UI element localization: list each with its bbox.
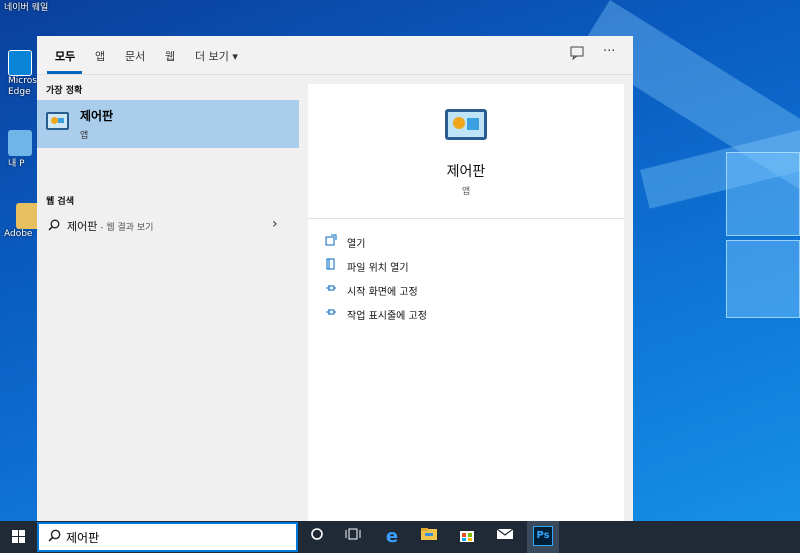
task-view-icon[interactable] <box>343 527 363 547</box>
start-search-panel: 모두 앱 문서 웹 더 보기 ▾ ··· 가장 정확 제어판 앱 웹 검색 제어… <box>37 36 633 521</box>
action-open-file-location[interactable]: 파일 위치 열기 <box>325 256 605 276</box>
web-result-text: 제어판 - 웹 결과 보기 <box>67 218 153 234</box>
chevron-right-icon[interactable]: › <box>272 216 278 232</box>
desktop-icon-label: 네이버 웨일 <box>4 3 49 13</box>
taskbar-search-box[interactable] <box>37 522 298 552</box>
desktop-icon-label: Micros Edge <box>8 76 37 97</box>
more-options-icon[interactable]: ··· <box>603 44 615 59</box>
cortana-icon[interactable] <box>307 527 327 547</box>
active-tab-indicator <box>47 71 82 74</box>
tab-all[interactable]: 모두 <box>55 48 75 64</box>
action-label: 작업 표시줄에 고정 <box>347 311 427 322</box>
open-icon <box>325 234 337 249</box>
desktop-icon-this-pc[interactable]: 내 P <box>8 130 32 169</box>
store-icon[interactable] <box>457 527 477 547</box>
action-open[interactable]: 열기 <box>325 232 605 252</box>
results-list: 가장 정확 제어판 앱 웹 검색 제어판 - 웹 결과 보기 › <box>37 76 299 521</box>
file-location-icon <box>325 258 337 273</box>
best-match-title: 제어판 <box>80 109 114 123</box>
web-search-header: 웹 검색 <box>46 197 74 207</box>
tab-web[interactable]: 웹 <box>165 48 175 64</box>
chevron-down-icon: ▾ <box>232 50 238 63</box>
control-panel-icon <box>445 109 487 140</box>
search-icon <box>48 529 61 546</box>
tab-more[interactable]: 더 보기 ▾ <box>195 48 238 64</box>
pin-icon <box>325 282 337 297</box>
desktop-icon-adobe[interactable]: Adobe <box>4 203 40 239</box>
best-match-subtitle: 앱 <box>80 131 89 141</box>
web-result-suffix: - 웹 결과 보기 <box>97 223 154 233</box>
detail-title: 제어판 <box>446 164 486 180</box>
desktop-icon-label: Adobe <box>4 229 33 239</box>
detail-subtitle: 앱 <box>461 187 471 197</box>
action-label: 시작 화면에 고정 <box>347 287 418 298</box>
desktop-icon-edge[interactable]: Micros Edge <box>8 50 40 98</box>
action-pin-to-start[interactable]: 시작 화면에 고정 <box>325 280 605 300</box>
logo-pane <box>726 152 800 236</box>
photoshop-icon[interactable]: Ps <box>533 526 553 546</box>
best-match-header: 가장 정확 <box>46 86 83 96</box>
taskbar: e Ps <box>0 521 800 553</box>
web-search-result[interactable]: 제어판 - 웹 결과 보기 › <box>37 214 299 238</box>
tab-apps[interactable]: 앱 <box>95 48 105 64</box>
search-filter-bar: 모두 앱 문서 웹 더 보기 ▾ ··· <box>37 36 633 75</box>
search-icon <box>48 219 60 234</box>
control-panel-icon <box>46 112 69 130</box>
divider <box>308 218 624 219</box>
logo-pane <box>726 240 800 318</box>
computer-icon <box>8 130 32 156</box>
result-detail-pane: 제어판 앱 열기 파일 위치 열기 시작 화면에 고정 작업 표시줄에 고정 <box>308 84 624 521</box>
pin-icon <box>325 306 337 321</box>
feedback-icon[interactable] <box>570 46 584 64</box>
desktop-icon-whale[interactable]: 네이버 웨일 <box>4 0 48 13</box>
desktop-icon-label: 내 P <box>8 159 25 169</box>
best-match-result[interactable]: 제어판 앱 <box>37 100 299 148</box>
action-label: 열기 <box>347 239 366 250</box>
mail-icon[interactable] <box>495 527 515 547</box>
tab-more-label: 더 보기 <box>195 50 229 63</box>
action-pin-to-taskbar[interactable]: 작업 표시줄에 고정 <box>325 304 605 324</box>
search-input[interactable] <box>66 528 286 546</box>
edge-icon <box>8 50 32 76</box>
windows-start-button[interactable] <box>12 530 25 543</box>
file-explorer-icon[interactable] <box>419 527 439 547</box>
tab-documents[interactable]: 문서 <box>125 48 145 64</box>
action-label: 파일 위치 열기 <box>347 263 409 274</box>
edge-icon[interactable]: e <box>382 527 402 547</box>
web-result-query: 제어판 <box>67 220 98 233</box>
